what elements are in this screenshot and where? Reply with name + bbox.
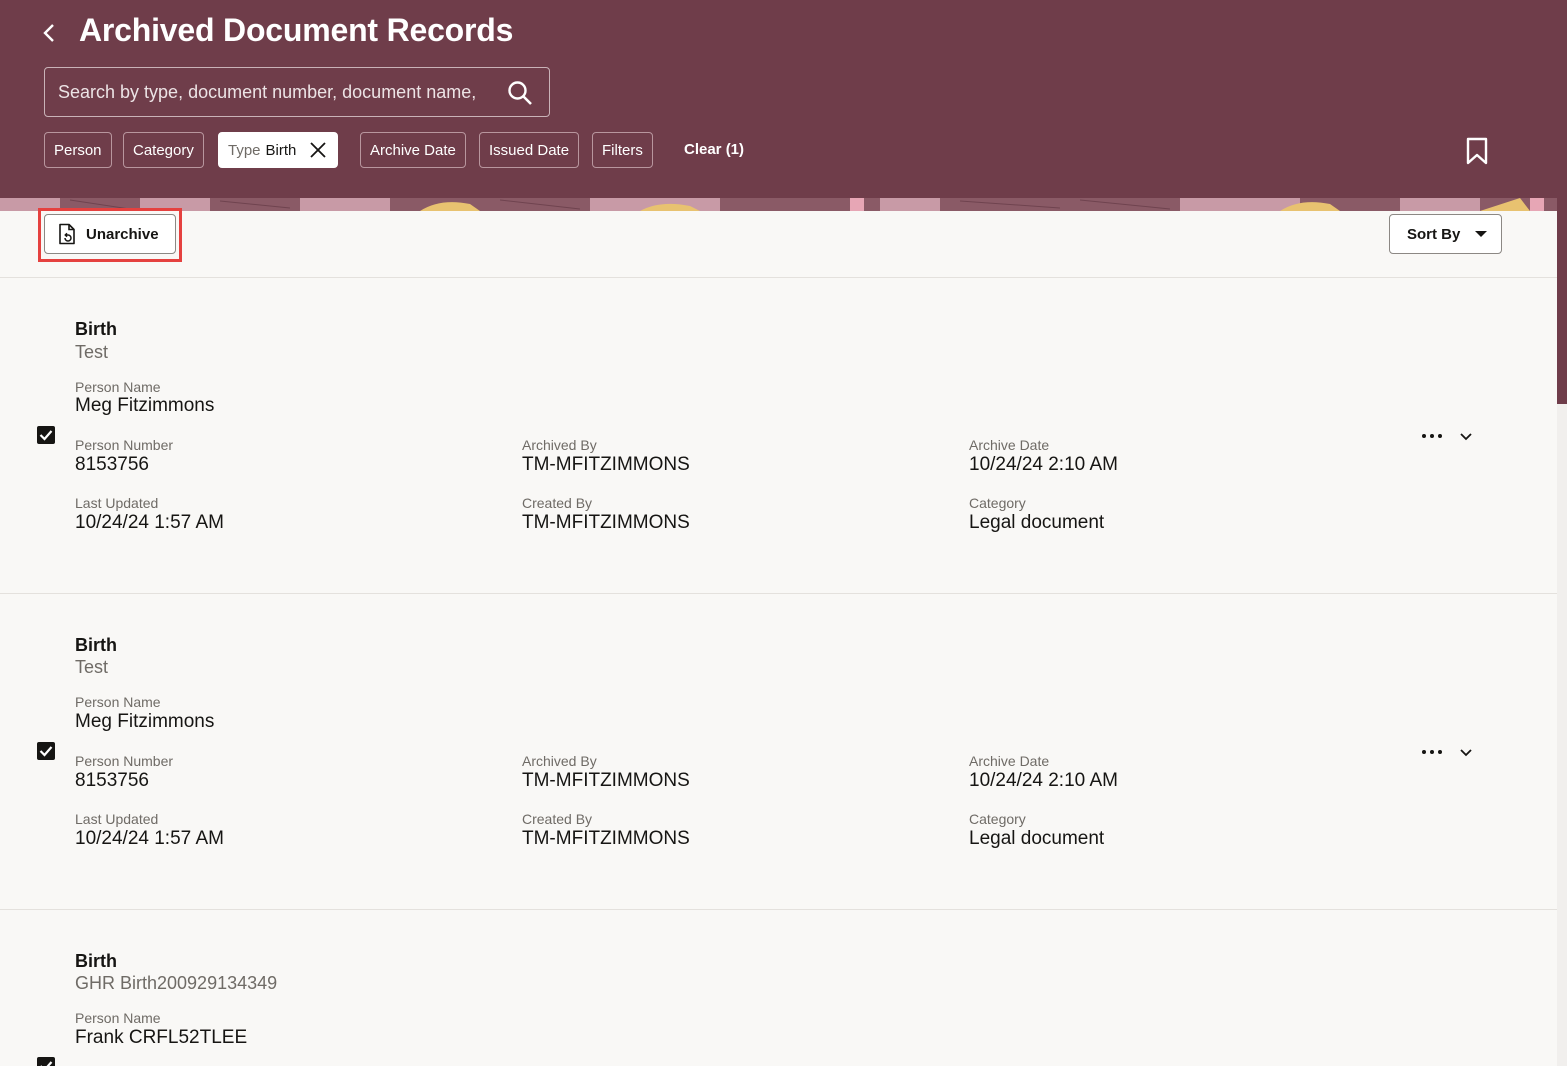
search-icon[interactable] [506, 79, 534, 107]
last-updated-label: Last Updated [75, 495, 159, 511]
record-subtitle: GHR Birth200929134349 [75, 973, 278, 993]
chevron-left-icon [43, 24, 54, 42]
archived-by-value: TM-MFITZIMMONS [522, 454, 690, 475]
archive-date-value: 10/24/24 2:10 AM [969, 770, 1118, 791]
bookmark-icon[interactable] [1465, 137, 1489, 165]
last-updated-value: 10/24/24 1:57 AM [75, 512, 224, 533]
back-button[interactable] [34, 18, 64, 48]
record-card: Birth Test Person Name Meg Fitzimmons Pe… [0, 278, 1557, 594]
last-updated-value: 10/24/24 1:57 AM [75, 828, 224, 849]
person-name-label: Person Name [75, 379, 161, 395]
record-checkbox[interactable] [37, 426, 55, 444]
sort-by-label: Sort By [1407, 225, 1461, 243]
archive-date-label: Archive Date [969, 437, 1050, 453]
person-name-value: Frank CRFL52TLEE [75, 1027, 248, 1048]
sort-by-button[interactable]: Sort By [1389, 214, 1502, 254]
scrollbar-thumb[interactable] [1557, 198, 1567, 404]
person-name-label: Person Name [75, 1010, 161, 1026]
more-actions-icon[interactable] [1416, 742, 1448, 762]
person-name-value: Meg Fitzimmons [75, 395, 215, 416]
checkmark-icon [39, 430, 53, 441]
records-toolbar [0, 211, 1557, 278]
archive-date-value: 10/24/24 2:10 AM [969, 454, 1118, 475]
checkmark-icon [39, 746, 53, 757]
category-value: Legal document [969, 512, 1105, 533]
filter-chip-category[interactable]: Category [123, 132, 204, 168]
chevron-down-icon[interactable] [1457, 744, 1475, 762]
checkmark-icon [40, 1061, 53, 1066]
created-by-value: TM-MFITZIMMONS [522, 512, 690, 533]
close-icon[interactable] [308, 140, 328, 160]
archived-by-label: Archived By [522, 437, 597, 453]
caret-down-icon [1475, 231, 1487, 237]
last-updated-label: Last Updated [75, 811, 159, 827]
person-number-label: Person Number [75, 437, 174, 453]
unarchive-label: Unarchive [86, 225, 159, 243]
search-input[interactable] [58, 68, 483, 116]
filter-chip-type-label: Type [228, 141, 261, 159]
page-title: Archived Document Records [79, 12, 514, 48]
archived-by-label: Archived By [522, 753, 597, 769]
filter-chip-filters[interactable]: Filters [592, 132, 653, 168]
archived-by-value: TM-MFITZIMMONS [522, 770, 690, 791]
record-title: Birth [75, 319, 117, 339]
person-name-label: Person Name [75, 694, 161, 710]
record-title: Birth [75, 635, 117, 655]
record-subtitle: Test [75, 342, 109, 362]
created-by-label: Created By [522, 495, 593, 511]
created-by-label: Created By [522, 811, 593, 827]
record-checkbox[interactable] [37, 1057, 55, 1066]
decorative-pattern [0, 198, 1557, 211]
page-header: Archived Document Records Person Categor… [0, 0, 1567, 198]
record-subtitle: Test [75, 657, 109, 677]
category-value: Legal document [969, 828, 1105, 849]
clear-filters-link[interactable]: Clear (1) [684, 141, 744, 158]
category-label: Category [969, 811, 1026, 827]
more-actions-icon[interactable] [1416, 426, 1448, 446]
person-name-value: Meg Fitzimmons [75, 711, 215, 732]
category-label: Category [969, 495, 1026, 511]
filter-chip-person[interactable]: Person [44, 132, 112, 168]
filter-chip-type-value: Birth [265, 141, 297, 159]
archive-date-label: Archive Date [969, 753, 1050, 769]
chevron-down-icon[interactable] [1457, 428, 1475, 446]
record-checkbox[interactable] [37, 742, 55, 760]
search-box [44, 67, 550, 117]
document-restore-icon [59, 223, 75, 245]
person-number-label: Person Number [75, 753, 174, 769]
record-card: Birth Test Person Name Meg Fitzimmons Pe… [0, 594, 1557, 910]
filter-chip-archive-date[interactable]: Archive Date [360, 132, 466, 168]
person-number-value: 8153756 [75, 770, 149, 791]
created-by-value: TM-MFITZIMMONS [522, 828, 690, 849]
person-number-value: 8153756 [75, 454, 149, 475]
unarchive-button[interactable]: Unarchive [44, 214, 176, 254]
filter-chip-issued-date[interactable]: Issued Date [479, 132, 580, 168]
record-card: Birth GHR Birth200929134349 Person Name … [0, 910, 1557, 1066]
record-title: Birth [75, 951, 117, 971]
filter-chip-type[interactable]: Type Birth [218, 132, 339, 168]
